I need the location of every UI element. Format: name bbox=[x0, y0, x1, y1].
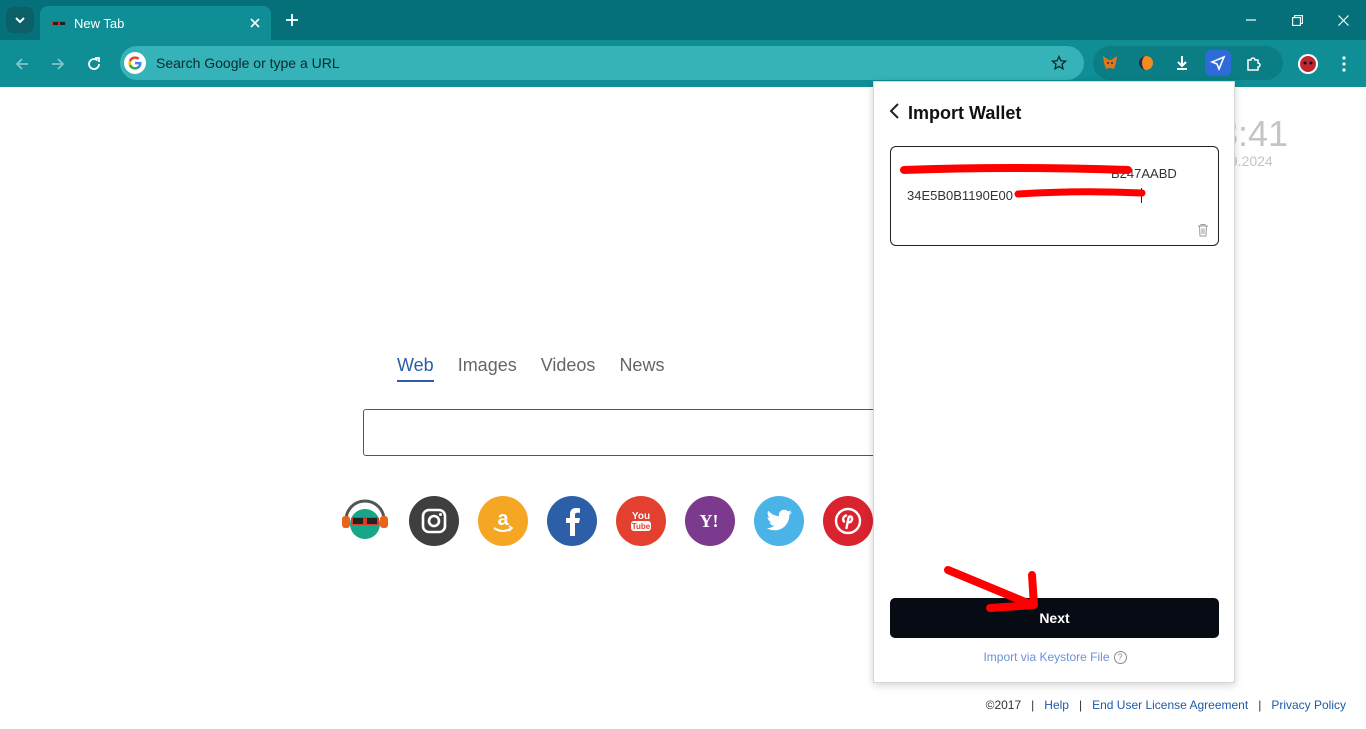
download-extension-button[interactable] bbox=[1169, 50, 1195, 76]
browser-tab[interactable]: New Tab bbox=[40, 6, 271, 40]
profile-avatar-button[interactable] bbox=[1294, 50, 1322, 78]
cursor-extension-icon bbox=[1210, 55, 1226, 71]
youtube-icon: YouTube bbox=[631, 511, 651, 531]
metamask-fox-icon bbox=[1103, 56, 1117, 69]
footer-separator: | bbox=[1078, 698, 1083, 712]
tab-videos[interactable]: Videos bbox=[541, 355, 596, 382]
footer-privacy-link[interactable]: Privacy Policy bbox=[1271, 698, 1346, 712]
back-button[interactable] bbox=[888, 102, 902, 125]
browser-toolbar: Search Google or type a URL bbox=[0, 40, 1366, 87]
keystore-link-label: Import via Keystore File bbox=[983, 650, 1110, 664]
reload-icon bbox=[88, 57, 100, 70]
bookmark-star-button[interactable] bbox=[1048, 52, 1070, 74]
amazon-icon: a bbox=[493, 508, 514, 532]
extensions-bar bbox=[1093, 46, 1283, 80]
tab-news[interactable]: News bbox=[619, 355, 664, 382]
import-wallet-popup: Import Wallet B247AABD 34E5B0B1190E00 Ne… bbox=[873, 81, 1235, 683]
close-window-button[interactable] bbox=[1320, 0, 1366, 40]
browser-menu-button[interactable] bbox=[1330, 50, 1358, 78]
social-yahoo-link[interactable]: Y! bbox=[685, 496, 735, 546]
svg-text:Y!: Y! bbox=[700, 511, 719, 531]
private-key-line2: 34E5B0B1190E00 bbox=[907, 185, 1202, 207]
private-key-line2-prefix: 34E5B0B1190E00 bbox=[907, 188, 1014, 203]
restore-button[interactable] bbox=[1274, 0, 1320, 40]
browser-titlebar: New Tab bbox=[0, 0, 1366, 40]
facebook-icon bbox=[566, 508, 580, 536]
arrow-right-icon bbox=[52, 58, 65, 70]
plus-icon bbox=[286, 14, 298, 26]
chevron-down-icon bbox=[15, 17, 25, 24]
forward-button[interactable] bbox=[44, 50, 72, 78]
tab-title: New Tab bbox=[74, 15, 125, 31]
next-button[interactable]: Next bbox=[890, 598, 1219, 638]
keystore-import-link[interactable]: Import via Keystore File? bbox=[874, 650, 1236, 665]
back-button[interactable] bbox=[8, 50, 36, 78]
close-icon bbox=[1337, 14, 1349, 26]
puzzle-icon bbox=[1247, 57, 1261, 71]
extension-orb-icon bbox=[1139, 56, 1153, 70]
chevron-left-icon bbox=[889, 103, 899, 119]
popup-header: Import Wallet bbox=[888, 102, 1021, 125]
restore-icon bbox=[1291, 14, 1303, 26]
address-bar[interactable]: Search Google or type a URL bbox=[120, 46, 1084, 80]
mascot-icon bbox=[342, 499, 388, 539]
footer-separator: | bbox=[1031, 698, 1035, 712]
social-mascot-link[interactable] bbox=[340, 496, 390, 546]
social-facebook-link[interactable] bbox=[547, 496, 597, 546]
svg-text:a: a bbox=[497, 508, 509, 530]
footer-eula-link[interactable]: End User License Agreement bbox=[1092, 698, 1248, 712]
yahoo-icon: Y! bbox=[700, 511, 719, 531]
minimize-icon bbox=[1246, 19, 1256, 21]
popup-title: Import Wallet bbox=[908, 103, 1022, 123]
star-icon bbox=[1051, 55, 1067, 71]
new-tab-button[interactable] bbox=[280, 8, 304, 32]
help-icon[interactable]: ? bbox=[1113, 651, 1127, 665]
private-key-value: B247AABD 34E5B0B1190E00 bbox=[907, 163, 1202, 207]
avatar bbox=[1298, 54, 1318, 74]
tab-images[interactable]: Images bbox=[458, 355, 517, 382]
social-amazon-link[interactable]: a bbox=[478, 496, 528, 546]
download-icon bbox=[1177, 56, 1187, 70]
tab-favicon-icon bbox=[52, 21, 66, 25]
reload-button[interactable] bbox=[80, 50, 108, 78]
google-icon bbox=[124, 52, 146, 74]
minimize-button[interactable] bbox=[1228, 0, 1274, 40]
footer-separator: | bbox=[1258, 698, 1262, 712]
footer-copyright: ©2017 bbox=[985, 698, 1022, 712]
social-instagram-link[interactable] bbox=[409, 496, 459, 546]
private-key-line1: B247AABD bbox=[1111, 166, 1177, 181]
extensions-menu-button[interactable] bbox=[1241, 50, 1267, 76]
instagram-icon bbox=[421, 508, 447, 534]
tab-web[interactable]: Web bbox=[397, 355, 434, 382]
wallet-extension-button[interactable] bbox=[1205, 50, 1231, 76]
page-footer: ©2017 | Help | End User License Agreemen… bbox=[986, 698, 1346, 712]
footer-help-link[interactable]: Help bbox=[1044, 698, 1069, 712]
svg-text:Tube: Tube bbox=[632, 522, 651, 531]
social-pinterest-link[interactable] bbox=[823, 496, 873, 546]
arrow-left-icon bbox=[15, 58, 28, 70]
close-icon bbox=[250, 18, 260, 28]
tab-search-button[interactable] bbox=[6, 7, 34, 33]
orb-extension-button[interactable] bbox=[1133, 50, 1159, 76]
metamask-extension-button[interactable] bbox=[1097, 50, 1123, 76]
kebab-menu-icon bbox=[1342, 56, 1346, 72]
search-type-tabs: Web Images Videos News bbox=[397, 355, 664, 382]
pinterest-icon bbox=[834, 507, 862, 535]
svg-text:You: You bbox=[632, 511, 650, 522]
trash-icon[interactable] bbox=[1196, 223, 1210, 237]
twitter-icon bbox=[766, 509, 792, 531]
private-key-textarea[interactable]: B247AABD 34E5B0B1190E00 bbox=[890, 146, 1219, 246]
social-twitter-link[interactable] bbox=[754, 496, 804, 546]
tab-close-button[interactable] bbox=[243, 11, 267, 35]
address-bar-placeholder: Search Google or type a URL bbox=[156, 55, 340, 71]
social-youtube-link[interactable]: You Tube bbox=[616, 496, 666, 546]
